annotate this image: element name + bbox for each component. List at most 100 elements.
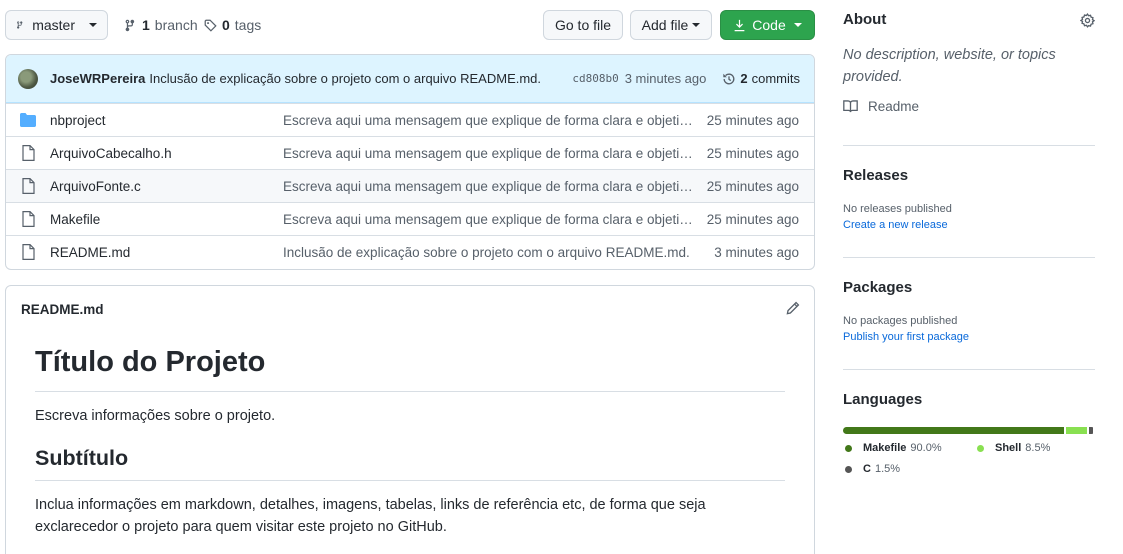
file-icon xyxy=(20,145,36,161)
language-dot xyxy=(977,444,984,452)
file-commit-message[interactable]: Escreva aqui uma mensagem que explique d… xyxy=(283,113,697,128)
git-branch-icon xyxy=(17,21,23,29)
tags-count: 0 xyxy=(222,17,230,33)
language-bar-segment-makefile xyxy=(843,427,1065,434)
file-name[interactable]: ArquivoCabecalho.h xyxy=(50,146,283,161)
languages-list: Makefile 90.0% Shell 8.5% C 1.5% xyxy=(843,442,1095,475)
language-dot xyxy=(845,444,852,452)
file-row[interactable]: ArquivoFonte.c Escreva aqui uma mensagem… xyxy=(6,169,814,202)
file-commit-message[interactable]: Escreva aqui uma mensagem que explique d… xyxy=(283,179,697,194)
languages-bar xyxy=(843,427,1095,434)
branches-link[interactable]: 1 branch xyxy=(124,17,198,33)
readme-filename[interactable]: README.md xyxy=(21,302,104,317)
language-percent: 90.0% xyxy=(910,442,942,454)
about-section: About No description, website, or topics… xyxy=(843,11,1096,114)
language-bar-segment-shell xyxy=(1066,427,1088,434)
tag-icon xyxy=(204,19,217,32)
history-icon xyxy=(723,73,735,84)
readme-paragraph: Inclua informações em markdown, detalhes… xyxy=(35,497,706,535)
book-icon xyxy=(843,100,858,113)
readme-header: README.md xyxy=(6,286,814,332)
divider xyxy=(843,369,1095,370)
commits-label: commits xyxy=(751,71,800,86)
packages-empty: No packages published xyxy=(843,315,958,327)
file-age: 25 minutes ago xyxy=(706,145,799,161)
chevron-down-icon xyxy=(89,23,97,27)
branch-name: master xyxy=(32,17,75,33)
commit-author[interactable]: JoseWRPereira xyxy=(50,71,145,86)
packages-title[interactable]: Packages xyxy=(843,279,1095,296)
commit-message[interactable]: Inclusão de explicação sobre o projeto c… xyxy=(149,71,541,86)
file-commit-message[interactable]: Escreva aqui uma mensagem que explique d… xyxy=(283,146,697,161)
file-name[interactable]: nbproject xyxy=(50,113,283,128)
file-name[interactable]: ArquivoFonte.c xyxy=(50,179,283,194)
about-description: No description, website, or topics provi… xyxy=(843,47,1056,85)
readme-panel: README.md Título do Projeto Escreva info… xyxy=(5,285,815,554)
chevron-down-icon xyxy=(692,23,701,27)
chevron-down-icon xyxy=(793,23,802,27)
git-branch-icon xyxy=(125,19,135,31)
branch-selector[interactable]: master xyxy=(5,10,108,40)
pencil-icon[interactable] xyxy=(786,301,800,318)
download-icon xyxy=(734,19,745,31)
file-browser: JoseWRPereira Inclusão de explicação sob… xyxy=(5,54,815,270)
readme-title: Título do Projeto xyxy=(35,332,785,392)
readme-subtitle: Subtítulo xyxy=(35,446,785,481)
about-title: About xyxy=(843,11,887,28)
language-item[interactable]: Shell 8.5% xyxy=(975,442,1050,454)
publish-package-link[interactable]: Publish your first package xyxy=(843,331,1095,343)
add-file-button[interactable]: Add file xyxy=(630,10,712,40)
file-icon xyxy=(20,211,36,227)
commits-count: 2 xyxy=(740,71,748,86)
code-label: Code xyxy=(752,17,786,33)
tags-label: tags xyxy=(234,17,262,33)
file-commit-message[interactable]: Inclusão de explicação sobre o projeto c… xyxy=(283,245,697,260)
file-row[interactable]: ArquivoCabecalho.h Escreva aqui uma mens… xyxy=(6,136,814,169)
folder-icon xyxy=(20,112,36,128)
file-commit-message[interactable]: Escreva aqui uma mensagem que explique d… xyxy=(283,212,697,227)
latest-commit-bar: JoseWRPereira Inclusão de explicação sob… xyxy=(6,55,814,103)
file-age: 25 minutes ago xyxy=(706,211,799,227)
releases-title[interactable]: Releases xyxy=(843,167,1095,184)
branches-label: branch xyxy=(154,17,198,33)
file-age: 25 minutes ago xyxy=(706,112,799,128)
divider xyxy=(843,257,1095,258)
language-bar-segment-c xyxy=(1089,427,1093,434)
go-to-file-button[interactable]: Go to file xyxy=(543,10,623,40)
language-name: Makefile xyxy=(863,442,907,454)
add-file-label: Add file xyxy=(641,17,689,33)
language-name: C xyxy=(863,463,871,475)
language-dot xyxy=(845,465,852,473)
file-name[interactable]: README.md xyxy=(50,245,283,260)
code-button[interactable]: Code xyxy=(720,10,815,40)
file-icon xyxy=(20,244,36,260)
file-row[interactable]: nbproject Escreva aqui uma mensagem que … xyxy=(6,103,814,136)
branches-count: 1 xyxy=(142,17,150,33)
tags-link[interactable]: 0 tags xyxy=(204,17,261,33)
readme-link-label: Readme xyxy=(868,99,920,114)
languages-section: Languages Makefile 90.0% Shell 8.5% C 1.… xyxy=(843,391,1095,475)
gear-icon[interactable] xyxy=(1079,13,1096,31)
releases-section: Releases No releases published Create a … xyxy=(843,167,1095,231)
readme-paragraph: Escreva informações sobre o projeto. xyxy=(35,408,276,424)
releases-empty: No releases published xyxy=(843,203,952,215)
avatar[interactable] xyxy=(18,68,38,89)
language-name: Shell xyxy=(995,442,1022,454)
file-row[interactable]: Makefile Escreva aqui uma mensagem que e… xyxy=(6,202,814,235)
file-icon xyxy=(20,178,36,194)
file-name[interactable]: Makefile xyxy=(50,212,283,227)
language-percent: 8.5% xyxy=(1025,442,1051,454)
language-item[interactable]: Makefile 90.0% xyxy=(843,442,953,454)
readme-link[interactable]: Readme xyxy=(843,99,1095,114)
packages-section: Packages No packages published Publish y… xyxy=(843,279,1095,343)
commits-link[interactable]: 2 commits xyxy=(722,71,800,86)
language-item[interactable]: C 1.5% xyxy=(843,463,953,475)
divider xyxy=(843,145,1095,146)
commit-age: 3 minutes ago xyxy=(624,71,707,86)
file-age: 3 minutes ago xyxy=(714,244,799,260)
file-row[interactable]: README.md Inclusão de explicação sobre o… xyxy=(6,235,814,268)
create-release-link[interactable]: Create a new release xyxy=(843,219,1095,231)
languages-title: Languages xyxy=(843,391,923,408)
file-age: 25 minutes ago xyxy=(706,178,799,194)
commit-sha[interactable]: cd808b0 xyxy=(572,72,618,85)
